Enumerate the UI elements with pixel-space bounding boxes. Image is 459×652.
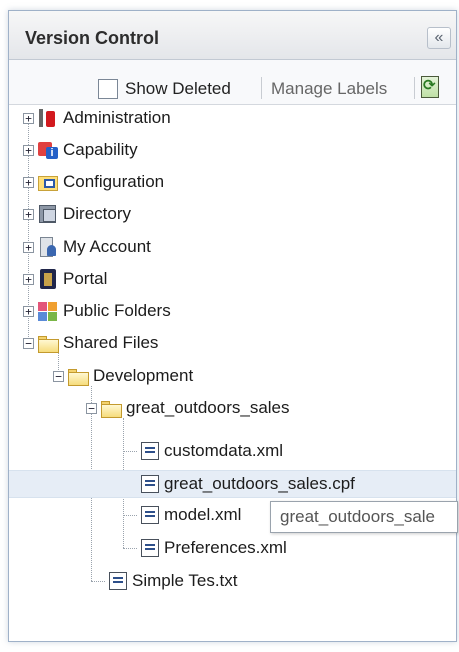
refresh-icon[interactable] bbox=[421, 76, 439, 98]
my-account-icon bbox=[37, 236, 59, 258]
configuration-icon bbox=[37, 171, 59, 193]
collapse-icon[interactable]: − bbox=[53, 370, 64, 382]
tree-item-great-outdoors-sales-folder[interactable]: − great_outdoors_sales bbox=[86, 395, 290, 421]
file-icon bbox=[140, 537, 160, 559]
portal-icon bbox=[37, 268, 59, 290]
administration-icon bbox=[37, 107, 59, 129]
tree-item-label: Preferences.xml bbox=[164, 538, 287, 557]
directory-icon bbox=[37, 203, 59, 225]
tree-item-label: Shared Files bbox=[63, 333, 159, 352]
tree-item-portal[interactable]: + Portal bbox=[23, 266, 107, 292]
tree-item-great-outdoors-sales-cpf[interactable]: great_outdoors_sales.cpf bbox=[9, 470, 456, 498]
tree-item-label: Public Folders bbox=[63, 301, 171, 320]
manage-labels-button[interactable]: Manage Labels bbox=[271, 79, 387, 99]
tree-item-configuration[interactable]: + Configuration bbox=[23, 169, 164, 195]
panel-title: Version Control bbox=[25, 28, 160, 48]
toolbar-divider bbox=[261, 77, 262, 99]
collapse-icon[interactable]: − bbox=[86, 402, 97, 414]
expand-icon[interactable]: + bbox=[23, 144, 34, 156]
show-deleted-label[interactable]: Show Deleted bbox=[125, 79, 231, 99]
expand-icon[interactable]: + bbox=[23, 208, 34, 220]
tree-item-directory[interactable]: + Directory bbox=[23, 201, 131, 227]
public-folders-icon bbox=[37, 300, 59, 322]
toolbar-divider bbox=[414, 77, 415, 99]
tree-item-label: Directory bbox=[63, 204, 132, 223]
tree-item-preferences-xml[interactable]: Preferences.xml bbox=[137, 535, 287, 561]
expand-icon[interactable]: + bbox=[23, 241, 34, 253]
tree-item-label: model.xml bbox=[164, 505, 242, 524]
tree-item-label: Simple Tes.txt bbox=[132, 571, 238, 590]
tree-item-label: customdata.xml bbox=[164, 441, 284, 460]
folder-icon bbox=[67, 365, 89, 387]
tree-item-label: Administration bbox=[63, 108, 171, 127]
tree-item-capability[interactable]: + Capability bbox=[23, 137, 138, 163]
tree-item-label: My Account bbox=[63, 237, 151, 256]
panel-header: Version Control « bbox=[9, 11, 456, 60]
tree-item-label: Capability bbox=[63, 140, 138, 159]
folder-icon bbox=[37, 332, 59, 354]
tree-connector bbox=[91, 581, 105, 582]
collapse-icon[interactable]: − bbox=[23, 337, 34, 349]
tree-item-label: Configuration bbox=[63, 172, 165, 191]
expand-icon[interactable]: + bbox=[23, 112, 34, 124]
tree-connector bbox=[123, 515, 137, 516]
expand-icon[interactable]: + bbox=[23, 176, 34, 188]
tree-item-customdata-xml[interactable]: customdata.xml bbox=[137, 438, 283, 464]
collapse-button[interactable]: « bbox=[427, 27, 451, 49]
tree-item-simple-tes-txt[interactable]: Simple Tes.txt bbox=[105, 568, 238, 594]
show-deleted-checkbox[interactable] bbox=[98, 79, 118, 99]
tree-connector bbox=[123, 451, 137, 452]
file-icon bbox=[140, 473, 160, 495]
file-icon bbox=[140, 504, 160, 526]
tree-item-label: Portal bbox=[63, 269, 108, 288]
tree-item-model-xml[interactable]: model.xml bbox=[137, 502, 241, 528]
tree-item-label: Development bbox=[93, 366, 194, 385]
tree-item-label: great_outdoors_sales.cpf bbox=[164, 474, 355, 493]
filename-tooltip: great_outdoors_sale bbox=[270, 501, 458, 533]
folder-icon bbox=[100, 397, 122, 419]
capability-icon bbox=[37, 139, 59, 161]
tree-item-administration[interactable]: + Administration bbox=[23, 105, 171, 131]
tree-item-shared-files[interactable]: − Shared Files bbox=[23, 330, 158, 356]
tree-item-public-folders[interactable]: + Public Folders bbox=[23, 298, 171, 324]
file-icon bbox=[108, 570, 128, 592]
file-icon bbox=[140, 440, 160, 462]
toolbar: Show Deleted Manage Labels bbox=[9, 60, 456, 105]
tree-item-label: great_outdoors_sales bbox=[126, 398, 290, 417]
expand-icon[interactable]: + bbox=[23, 305, 34, 317]
tree-item-development[interactable]: − Development bbox=[53, 363, 193, 389]
expand-icon[interactable]: + bbox=[23, 273, 34, 285]
tree-connector bbox=[123, 548, 137, 549]
version-control-panel: Version Control « Show Deleted Manage La… bbox=[8, 10, 457, 642]
tree-item-my-account[interactable]: + My Account bbox=[23, 234, 151, 260]
tree-view: + Administration + Capability + Configur… bbox=[9, 105, 456, 641]
